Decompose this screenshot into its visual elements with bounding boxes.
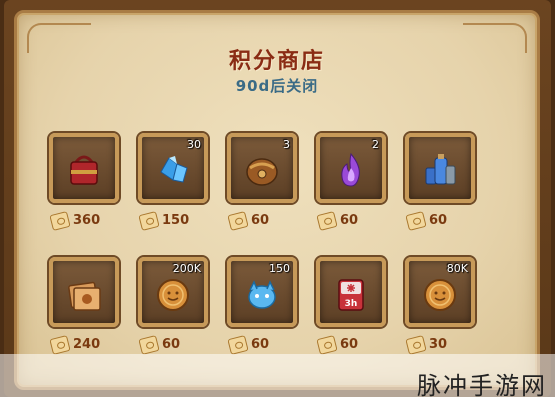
- item-price: 60: [399, 211, 489, 233]
- coupon-icon: [138, 335, 160, 355]
- shop-item: 3h 60: [310, 257, 390, 357]
- coupon-icon: [138, 211, 160, 231]
- shop-item: 80K 30: [399, 257, 479, 357]
- coupon-icon: [227, 335, 249, 355]
- item-cost: 60: [251, 337, 270, 352]
- item-slot[interactable]: [405, 133, 475, 203]
- item-count: 150: [269, 262, 290, 275]
- item-slot[interactable]: 150: [227, 257, 297, 327]
- item-slot[interactable]: 3h: [316, 257, 386, 327]
- item-count: 200K: [172, 262, 201, 275]
- blue-spirit-icon: [248, 280, 276, 310]
- item-cost: 60: [429, 213, 448, 228]
- item-cost: 60: [251, 213, 270, 228]
- shop-item: 150 60: [221, 257, 301, 357]
- item-count: 30: [187, 138, 201, 151]
- item-price: 150: [132, 211, 222, 233]
- item-slot[interactable]: 30: [138, 133, 208, 203]
- shop-item: 240: [43, 257, 123, 357]
- item-price: 60: [310, 211, 400, 233]
- coupon-icon: [316, 211, 338, 231]
- shop-panel: 积分商店 90d后关闭 360 30 150 3 60 2 60 60 240 …: [14, 10, 540, 390]
- item-count: 2: [372, 138, 379, 151]
- item-count: 80K: [446, 262, 468, 275]
- shop-item: 200K 60: [132, 257, 212, 357]
- item-price: 360: [43, 211, 133, 233]
- blue-crystal-icon: [160, 156, 188, 184]
- watermark-text: 脉冲手游网: [417, 372, 547, 397]
- coupon-icon: [227, 211, 249, 231]
- item-slot[interactable]: 2: [316, 133, 386, 203]
- item-cost: 60: [162, 337, 181, 352]
- item-slot[interactable]: 80K: [405, 257, 475, 327]
- shop-item: 360: [43, 133, 123, 233]
- item-cost: 150: [162, 213, 190, 228]
- coupon-icon: [49, 335, 71, 355]
- coupon-icon: [49, 211, 71, 231]
- coupon-icon: [405, 335, 427, 355]
- coupon-icon: [405, 211, 427, 231]
- shop-item: 60: [399, 133, 479, 233]
- item-cost: 240: [73, 337, 101, 352]
- shop-item: 3 60: [221, 133, 301, 233]
- item-cost: 60: [340, 337, 359, 352]
- item-cost: 360: [73, 213, 101, 228]
- shop-countdown: 90d后关闭: [235, 77, 319, 95]
- item-cost: 30: [429, 337, 448, 352]
- item-slot[interactable]: [49, 257, 119, 327]
- bronze-chest-icon: [246, 158, 278, 187]
- item-slot[interactable]: 200K: [138, 257, 208, 327]
- item-slot[interactable]: 3: [227, 133, 297, 203]
- speedup-3h-icon: 3h: [338, 279, 364, 312]
- gold-coin-icon: [424, 279, 456, 312]
- coupon-icon: [316, 335, 338, 355]
- purple-flame-icon: [341, 153, 360, 187]
- gold-coin-icon: [157, 279, 189, 312]
- shop-item: 30 150: [132, 133, 212, 233]
- item-slot[interactable]: [49, 133, 119, 203]
- scroll-book-icon: [68, 282, 101, 312]
- shop-item: 2 60: [310, 133, 390, 233]
- speedup-label: 3h: [345, 299, 358, 309]
- item-price: 60: [221, 211, 311, 233]
- blue-potion-set-icon: [425, 154, 456, 185]
- red-bag-icon: [70, 155, 98, 186]
- item-cost: 60: [340, 213, 359, 228]
- shop-title: 积分商店: [228, 49, 325, 74]
- item-grid: 360 30 150 3 60 2 60 60 240 200K 60 150 …: [43, 133, 513, 363]
- item-count: 3: [283, 138, 290, 151]
